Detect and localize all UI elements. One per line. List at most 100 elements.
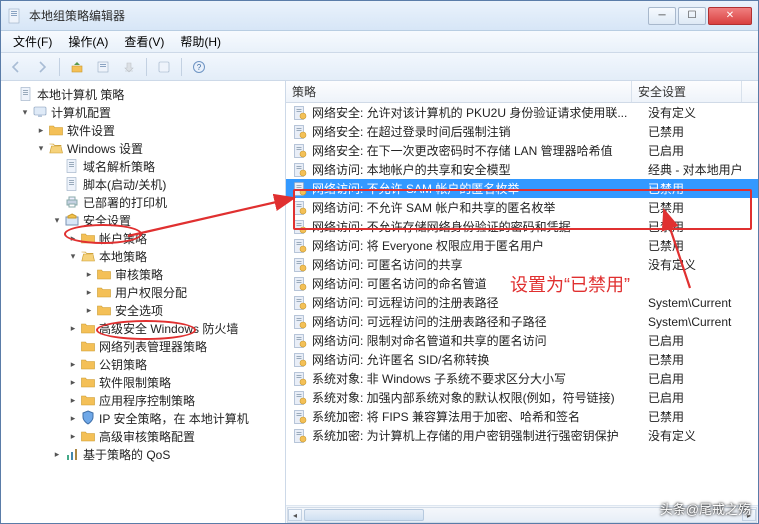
tree-twisty-icon[interactable]: ▸ xyxy=(35,124,47,136)
back-button[interactable] xyxy=(5,56,27,78)
policy-name: 网络访问: 允许匿名 SID/名称转换 xyxy=(312,351,648,368)
close-button[interactable]: ✕ xyxy=(708,7,752,25)
policy-row[interactable]: 网络访问: 可远程访问的注册表路径System\Current xyxy=(286,293,758,312)
watermark: 头条@尾戒之殇 xyxy=(660,499,751,518)
tree-twisty-icon[interactable]: ▾ xyxy=(35,142,47,154)
policy-name: 系统对象: 非 Windows 子系统不要求区分大小写 xyxy=(312,370,648,387)
tree-item[interactable]: ▸ 基于策略的 QoS xyxy=(1,445,285,463)
tree-item[interactable]: ▾Windows 设置 xyxy=(1,139,285,157)
policy-icon xyxy=(292,352,308,368)
tree-item[interactable]: ▸用户权限分配 xyxy=(1,283,285,301)
tree-node-icon xyxy=(80,338,96,354)
tree-twisty-icon[interactable]: ▸ xyxy=(51,448,63,460)
forward-button[interactable] xyxy=(31,56,53,78)
policy-row[interactable]: 网络安全: 允许对该计算机的 PKU2U 身份验证请求使用联...没有定义 xyxy=(286,103,758,122)
refresh-button[interactable] xyxy=(153,56,175,78)
tree-twisty-icon[interactable] xyxy=(51,196,63,208)
header-policy[interactable]: 策略 xyxy=(286,81,632,102)
tree-item[interactable]: 域名解析策略 xyxy=(1,157,285,175)
help-button[interactable]: ? xyxy=(188,56,210,78)
tree-item[interactable]: ▾ 安全设置 xyxy=(1,211,285,229)
policy-row[interactable]: 网络访问: 将 Everyone 权限应用于匿名用户已禁用 xyxy=(286,236,758,255)
tree-item[interactable]: ▾本地策略 xyxy=(1,247,285,265)
policy-row[interactable]: 网络访问: 允许匿名 SID/名称转换已禁用 xyxy=(286,350,758,369)
tree-twisty-icon[interactable]: ▸ xyxy=(67,412,79,424)
tree-pane[interactable]: 本地计算机 策略▾计算机配置▸软件设置▾Windows 设置域名解析策略脚本(启… xyxy=(1,81,286,523)
policy-icon xyxy=(292,333,308,349)
tree-item[interactable]: 网络列表管理器策略 xyxy=(1,337,285,355)
tree-twisty-icon[interactable]: ▸ xyxy=(67,322,79,334)
policy-value: 没有定义 xyxy=(648,104,758,121)
tree-item-label: 本地计算机 策略 xyxy=(37,86,124,103)
tree-twisty-icon[interactable]: ▾ xyxy=(67,250,79,262)
policy-row[interactable]: 系统加密: 将 FIPS 兼容算法用于加密、哈希和签名已禁用 xyxy=(286,407,758,426)
header-setting[interactable]: 安全设置 xyxy=(632,81,742,102)
list-pane: 策略 安全设置 网络安全: 允许对该计算机的 PKU2U 身份验证请求使用联..… xyxy=(286,81,758,523)
tree-twisty-icon[interactable]: ▸ xyxy=(83,304,95,316)
tree-item[interactable]: ▸应用程序控制策略 xyxy=(1,391,285,409)
tree-item[interactable]: ▸审核策略 xyxy=(1,265,285,283)
tree-node-icon xyxy=(64,158,80,174)
tree-twisty-icon[interactable] xyxy=(51,160,63,172)
tree-twisty-icon[interactable]: ▾ xyxy=(51,214,63,226)
tree-item-label: 基于策略的 QoS xyxy=(83,446,170,463)
scroll-thumb[interactable] xyxy=(304,509,424,521)
policy-row[interactable]: 系统对象: 加强内部系统对象的默认权限(例如，符号链接)已启用 xyxy=(286,388,758,407)
tree-twisty-icon[interactable]: ▸ xyxy=(67,430,79,442)
policy-icon xyxy=(292,143,308,159)
tree-item[interactable]: ▸高级审核策略配置 xyxy=(1,427,285,445)
minimize-button[interactable]: ─ xyxy=(648,7,676,25)
tree-twisty-icon[interactable]: ▸ xyxy=(67,376,79,388)
policy-row[interactable]: 网络安全: 在下一次更改密码时不存储 LAN 管理器哈希值已启用 xyxy=(286,141,758,160)
menu-file[interactable]: 文件(F) xyxy=(5,33,60,50)
properties-button[interactable] xyxy=(92,56,114,78)
menu-view[interactable]: 查看(V) xyxy=(116,33,172,50)
tree-twisty-icon[interactable]: ▸ xyxy=(67,232,79,244)
maximize-button[interactable]: ☐ xyxy=(678,7,706,25)
policy-row[interactable]: 网络访问: 可远程访问的注册表路径和子路径System\Current xyxy=(286,312,758,331)
tree-twisty-icon[interactable]: ▾ xyxy=(19,106,31,118)
policy-row[interactable]: 网络访问: 本地帐户的共享和安全模型经典 - 对本地用户 xyxy=(286,160,758,179)
tree-twisty-icon[interactable] xyxy=(51,178,63,190)
policy-name: 网络安全: 允许对该计算机的 PKU2U 身份验证请求使用联... xyxy=(312,104,648,121)
tree-item[interactable]: ▾计算机配置 xyxy=(1,103,285,121)
tree-twisty-icon[interactable]: ▸ xyxy=(83,268,95,280)
menu-action[interactable]: 操作(A) xyxy=(60,33,116,50)
tree-item[interactable]: ▸软件限制策略 xyxy=(1,373,285,391)
tree-item[interactable]: 本地计算机 策略 xyxy=(1,85,285,103)
tree-twisty-icon[interactable] xyxy=(67,340,79,352)
policy-row[interactable]: 网络访问: 不允许 SAM 帐户的匿名枚举已禁用 xyxy=(286,179,758,198)
list-body[interactable]: 网络安全: 允许对该计算机的 PKU2U 身份验证请求使用联...没有定义网络安… xyxy=(286,103,758,505)
tree-item[interactable]: 已部署的打印机 xyxy=(1,193,285,211)
policy-value: 没有定义 xyxy=(648,427,758,444)
tree-item[interactable]: ▸IP 安全策略，在 本地计算机 xyxy=(1,409,285,427)
policy-row[interactable]: 网络访问: 可匿名访问的命名管道 xyxy=(286,274,758,293)
tree-item[interactable]: ▸安全选项 xyxy=(1,301,285,319)
menu-help[interactable]: 帮助(H) xyxy=(172,33,229,50)
tree-twisty-icon[interactable]: ▸ xyxy=(67,394,79,406)
tree-item[interactable]: ▸软件设置 xyxy=(1,121,285,139)
policy-row[interactable]: 网络访问: 限制对命名管道和共享的匿名访问已启用 xyxy=(286,331,758,350)
scroll-left-button[interactable]: ◂ xyxy=(288,509,302,521)
tree-twisty-icon[interactable]: ▸ xyxy=(67,358,79,370)
tree-item[interactable]: ▸公钥策略 xyxy=(1,355,285,373)
tree-item[interactable]: ▸帐户策略 xyxy=(1,229,285,247)
policy-row[interactable]: 网络访问: 不允许 SAM 帐户和共享的匿名枚举已禁用 xyxy=(286,198,758,217)
tree-item[interactable]: ▸高级安全 Windows 防火墙 xyxy=(1,319,285,337)
tree-twisty-icon[interactable]: ▸ xyxy=(83,286,95,298)
policy-row[interactable]: 网络安全: 在超过登录时间后强制注销已禁用 xyxy=(286,122,758,141)
export-button[interactable] xyxy=(118,56,140,78)
tree-twisty-icon[interactable] xyxy=(5,88,17,100)
policy-row[interactable]: 系统对象: 非 Windows 子系统不要求区分大小写已启用 xyxy=(286,369,758,388)
policy-icon xyxy=(292,314,308,330)
tree-item-label: 安全设置 xyxy=(83,212,131,229)
tree-node-icon xyxy=(96,302,112,318)
policy-row[interactable]: 网络访问: 不允许存储网络身份验证的密码和凭据已禁用 xyxy=(286,217,758,236)
policy-row[interactable]: 系统加密: 为计算机上存储的用户密钥强制进行强密钥保护没有定义 xyxy=(286,426,758,445)
main-area: 本地计算机 策略▾计算机配置▸软件设置▾Windows 设置域名解析策略脚本(启… xyxy=(1,81,758,523)
tree-item[interactable]: 脚本(启动/关机) xyxy=(1,175,285,193)
policy-row[interactable]: 网络访问: 可匿名访问的共享没有定义 xyxy=(286,255,758,274)
policy-value: System\Current xyxy=(648,296,758,310)
up-button[interactable] xyxy=(66,56,88,78)
policy-icon xyxy=(292,162,308,178)
